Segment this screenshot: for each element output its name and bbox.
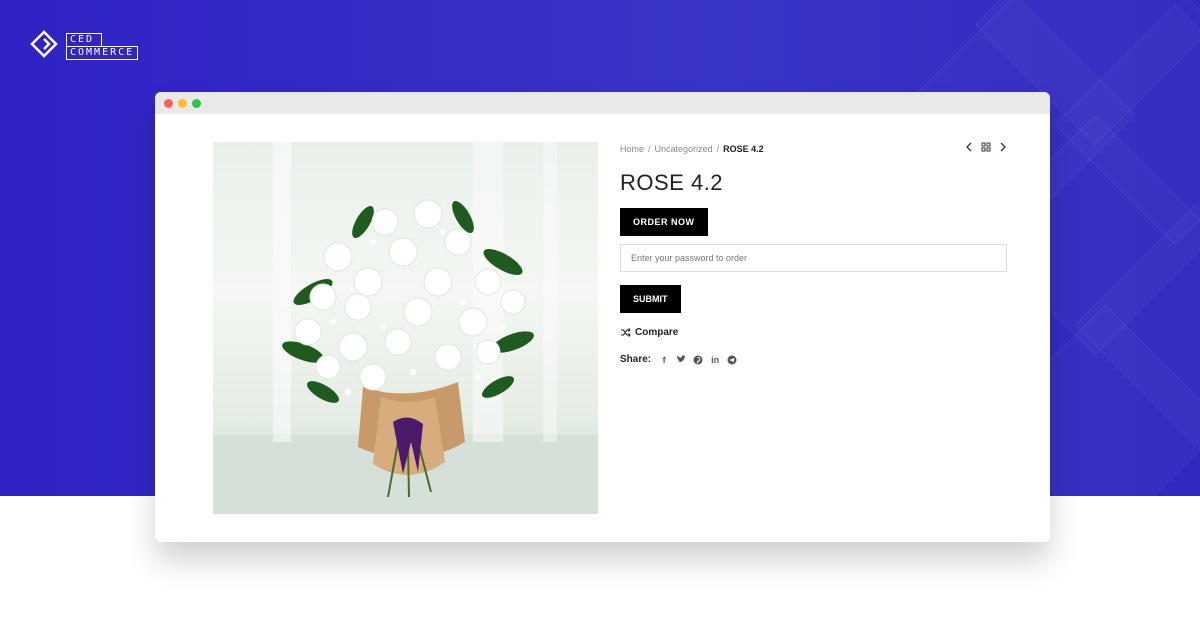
logo-text-line1: CED (66, 32, 102, 46)
browser-window: Home / Uncategorized / ROSE 4.2 ROSE 4.2… (155, 92, 1050, 542)
breadcrumb-separator: / (716, 144, 720, 154)
bouquet-illustration (273, 142, 557, 498)
twitter-icon[interactable] (676, 355, 686, 364)
banner: CED COMMERCE Home / Uncategorized / ROSE… (0, 0, 1200, 628)
product-navigation (965, 142, 1007, 152)
product-title: ROSE 4.2 (620, 170, 724, 195)
order-now-button[interactable]: ORDER NOW (620, 208, 708, 236)
facebook-icon[interactable]: f (659, 355, 669, 365)
breadcrumb: Home / Uncategorized / ROSE 4.2 (620, 142, 1007, 156)
close-dot-icon[interactable] (164, 98, 173, 108)
product-image[interactable] (213, 142, 598, 514)
breadcrumb-current: ROSE 4.2 (723, 144, 764, 154)
breadcrumb-category[interactable]: Uncategorized (655, 144, 713, 154)
shuffle-icon (621, 328, 631, 337)
telegram-icon[interactable] (727, 355, 737, 365)
submit-button[interactable]: SUBMIT (620, 285, 681, 313)
cedcommerce-logo: CED COMMERCE (30, 30, 139, 62)
share-label: Share: (620, 354, 652, 365)
pinterest-icon[interactable] (693, 355, 703, 365)
share-row: Share: f in (620, 354, 1007, 365)
compare-link[interactable]: Compare (620, 327, 1007, 338)
chevron-left-icon[interactable] (965, 142, 973, 152)
maximize-dot-icon[interactable] (192, 98, 201, 108)
breadcrumb-separator: / (648, 144, 651, 154)
browser-titlebar (155, 92, 1050, 114)
compare-label: Compare (635, 327, 679, 338)
grid-icon[interactable] (981, 142, 991, 152)
product-info: Home / Uncategorized / ROSE 4.2 ROSE 4.2… (620, 142, 1007, 365)
linkedin-icon[interactable]: in (710, 355, 720, 365)
password-input[interactable] (620, 244, 1007, 272)
chevron-right-icon[interactable] (999, 142, 1007, 152)
logo-mark-icon (30, 30, 58, 58)
minimize-dot-icon[interactable] (178, 98, 187, 108)
logo-text-line2: COMMERCE (66, 45, 139, 60)
breadcrumb-home[interactable]: Home (620, 144, 644, 154)
